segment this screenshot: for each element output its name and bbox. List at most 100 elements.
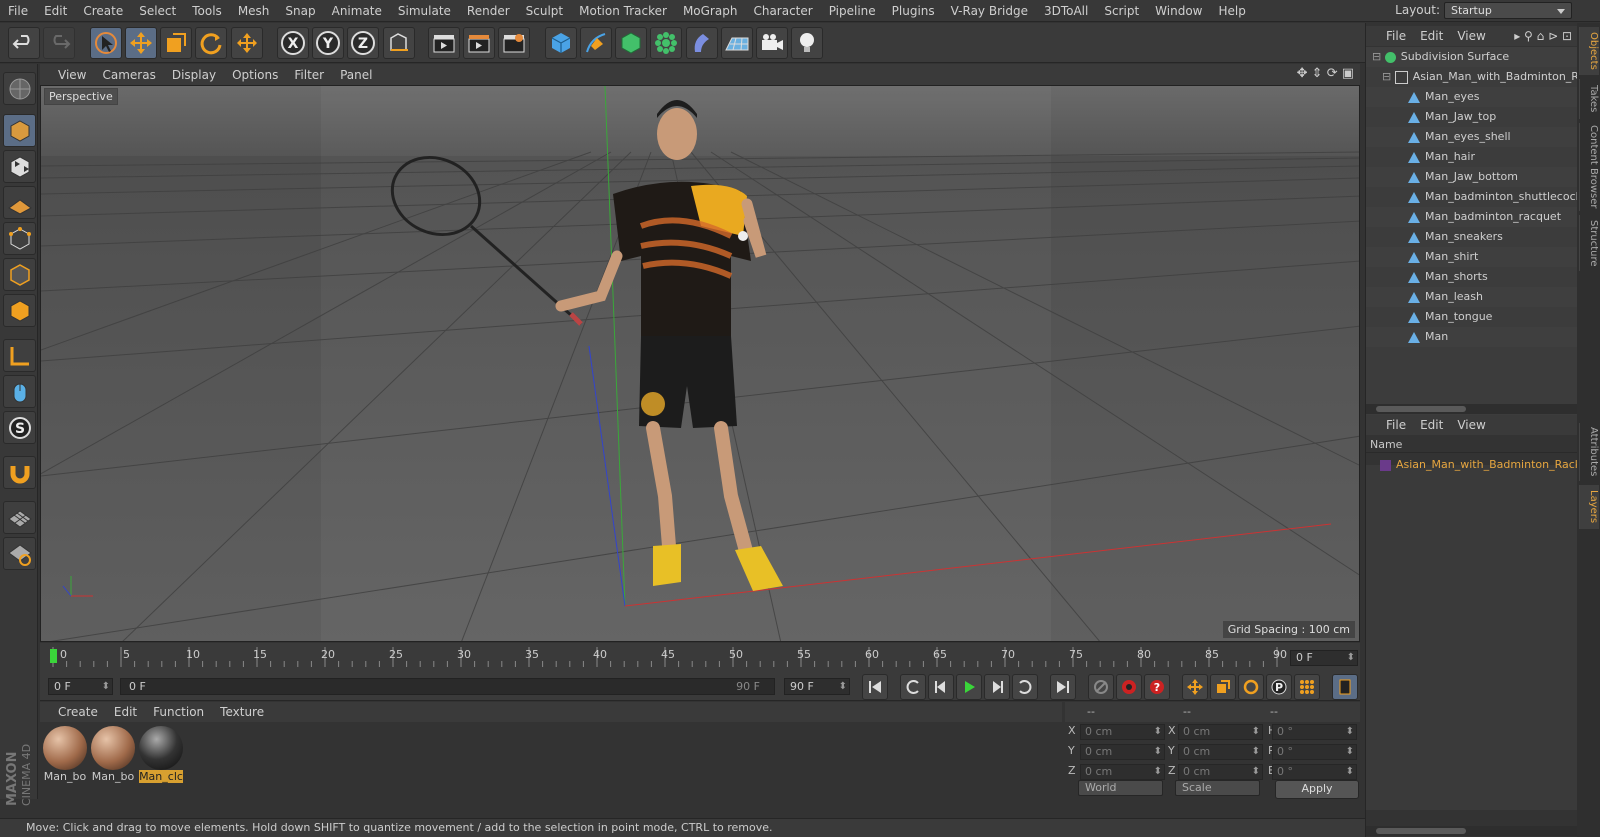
redo-button[interactable] bbox=[43, 27, 75, 59]
go-to-start-button[interactable] bbox=[862, 674, 888, 700]
range-slider[interactable]: 0 F 90 F bbox=[120, 678, 775, 695]
tree-item[interactable]: Man_badminton_shuttlecock bbox=[1366, 187, 1600, 207]
obj-menu-view[interactable]: View bbox=[1450, 29, 1492, 43]
make-editable-button[interactable] bbox=[3, 72, 36, 105]
obj-menu-edit[interactable]: Edit bbox=[1413, 29, 1450, 43]
3d-viewport[interactable]: Perspective Grid Spacing : 100 cm bbox=[40, 85, 1360, 642]
menu-mograph[interactable]: MoGraph bbox=[675, 0, 746, 22]
size-y-field[interactable]: 0 cm bbox=[1178, 744, 1263, 760]
workplane-mode-button[interactable] bbox=[3, 186, 36, 219]
tree-item[interactable]: Man_tongue bbox=[1366, 307, 1600, 327]
start-frame-field[interactable]: 0 F bbox=[48, 678, 113, 695]
vp-menu-view[interactable]: View bbox=[40, 68, 94, 82]
previous-frame-button[interactable] bbox=[928, 674, 954, 700]
floor-scene-button[interactable] bbox=[721, 27, 753, 59]
end-frame-field[interactable]: 90 F bbox=[784, 678, 850, 695]
menu-simulate[interactable]: Simulate bbox=[390, 0, 459, 22]
next-key-button[interactable] bbox=[1012, 674, 1038, 700]
tree-item[interactable]: Man_leash bbox=[1366, 287, 1600, 307]
x-axis-lock-button[interactable]: X bbox=[277, 27, 309, 59]
obj-menu-file[interactable]: File bbox=[1366, 29, 1413, 43]
vp-menu-cameras[interactable]: Cameras bbox=[94, 68, 163, 82]
mat-menu-edit[interactable]: Edit bbox=[106, 705, 145, 719]
timeline-ruler[interactable]: 0 5 10 15 20 25 30 35 40 45 50 55 60 65 … bbox=[40, 643, 1360, 671]
y-axis-lock-button[interactable]: Y bbox=[312, 27, 344, 59]
tree-item[interactable]: Man_sneakers bbox=[1366, 227, 1600, 247]
menu-edit[interactable]: Edit bbox=[36, 0, 75, 22]
menu-character[interactable]: Character bbox=[745, 0, 820, 22]
previous-key-button[interactable] bbox=[900, 674, 926, 700]
undo-button[interactable] bbox=[8, 27, 40, 59]
tree-item-null[interactable]: ⊟ Asian_Man_with_Badminton_Racket bbox=[1366, 67, 1594, 87]
rotation-b-field[interactable]: 0 ° bbox=[1272, 764, 1357, 780]
tree-item[interactable]: Man_Jaw_top bbox=[1366, 107, 1600, 127]
coordinate-system-button[interactable] bbox=[383, 27, 415, 59]
pen-spline-button[interactable] bbox=[580, 27, 612, 59]
record-position-button[interactable] bbox=[1182, 674, 1208, 700]
tab-attributes[interactable]: Attributes bbox=[1579, 423, 1599, 481]
object-tree-scrollbar[interactable] bbox=[1366, 404, 1578, 414]
record-button[interactable] bbox=[1116, 674, 1142, 700]
menu-motion-tracker[interactable]: Motion Tracker bbox=[571, 0, 675, 22]
tab-objects[interactable]: Objects bbox=[1579, 27, 1599, 75]
menu-pipeline[interactable]: Pipeline bbox=[821, 0, 884, 22]
go-to-end-button[interactable] bbox=[1050, 674, 1076, 700]
array-generator-button[interactable] bbox=[650, 27, 682, 59]
tree-item[interactable]: Man_eyes_shell bbox=[1366, 127, 1600, 147]
magnet-tool-button[interactable] bbox=[3, 456, 36, 489]
size-x-field[interactable]: 0 cm bbox=[1178, 724, 1263, 740]
rotation-h-field[interactable]: 0 ° bbox=[1272, 724, 1357, 740]
autokey-button[interactable]: ? bbox=[1144, 674, 1170, 700]
record-point-level-button[interactable] bbox=[1294, 674, 1320, 700]
axis-mode-button[interactable] bbox=[3, 339, 36, 372]
current-frame-field[interactable]: 0 F bbox=[1290, 650, 1358, 666]
tab-layers[interactable]: Layers bbox=[1579, 485, 1599, 529]
coordinate-space-dropdown[interactable]: World bbox=[1078, 780, 1163, 796]
tree-item[interactable]: Man_eyes bbox=[1366, 87, 1600, 107]
vp-menu-panel[interactable]: Panel bbox=[332, 68, 380, 82]
menu-create[interactable]: Create bbox=[75, 0, 131, 22]
snapping-button[interactable]: S bbox=[3, 411, 36, 444]
tab-takes[interactable]: Takes bbox=[1579, 79, 1599, 119]
object-manager-tools-icons[interactable]: ▸ ⚲ ⌂ ⊳ ⊡ bbox=[1514, 29, 1578, 43]
live-selection-button[interactable] bbox=[90, 27, 122, 59]
layer-list-scrollbar[interactable] bbox=[1366, 826, 1578, 836]
planar-workplane-button[interactable] bbox=[3, 537, 36, 570]
cube-primitive-button[interactable] bbox=[545, 27, 577, 59]
position-x-field[interactable]: 0 cm bbox=[1080, 724, 1165, 740]
rotation-p-field[interactable]: 0 ° bbox=[1272, 744, 1357, 760]
position-z-field[interactable]: 0 cm bbox=[1080, 764, 1165, 780]
layer-menu-view[interactable]: View bbox=[1450, 418, 1492, 432]
polygons-mode-button[interactable] bbox=[3, 294, 36, 327]
layout-select[interactable]: Startup bbox=[1444, 2, 1572, 19]
mat-menu-function[interactable]: Function bbox=[145, 705, 212, 719]
menu-file[interactable]: File bbox=[0, 0, 36, 22]
menu-3dtoall[interactable]: 3DToAll bbox=[1036, 0, 1096, 22]
position-y-field[interactable]: 0 cm bbox=[1080, 744, 1165, 760]
tree-item[interactable]: Man_hair bbox=[1366, 147, 1600, 167]
tab-content-browser[interactable]: Content Browser bbox=[1579, 123, 1599, 211]
record-scale-button[interactable] bbox=[1210, 674, 1236, 700]
menu-sculpt[interactable]: Sculpt bbox=[518, 0, 571, 22]
menu-tools[interactable]: Tools bbox=[184, 0, 230, 22]
mat-menu-create[interactable]: Create bbox=[40, 705, 106, 719]
menu-mesh[interactable]: Mesh bbox=[230, 0, 278, 22]
move-tool-button[interactable] bbox=[125, 27, 157, 59]
recent-tool-button[interactable] bbox=[231, 27, 263, 59]
menu-vray-bridge[interactable]: V-Ray Bridge bbox=[943, 0, 1036, 22]
scrollbar-thumb[interactable] bbox=[1376, 406, 1466, 412]
scrollbar-thumb[interactable] bbox=[1376, 828, 1466, 834]
material-swatch[interactable]: Man_bo bbox=[91, 726, 135, 786]
tree-item-subdivision-surface[interactable]: ⊟ Subdivision Surface bbox=[1366, 47, 1584, 67]
next-frame-button[interactable] bbox=[984, 674, 1010, 700]
subdivision-surface-button[interactable] bbox=[615, 27, 647, 59]
material-swatch-selected[interactable]: Man_clc bbox=[139, 726, 183, 786]
tree-item[interactable]: Man_badminton_racquet bbox=[1366, 207, 1600, 227]
layer-item[interactable]: Asian_Man_with_Badminton_Racket bbox=[1366, 455, 1592, 475]
tab-structure[interactable]: Structure bbox=[1579, 215, 1599, 271]
viewport-nav-icons[interactable]: ✥ ⇕ ⟳ ▣ bbox=[1297, 66, 1354, 81]
rotate-tool-button[interactable] bbox=[195, 27, 227, 59]
render-settings-button[interactable] bbox=[498, 27, 530, 59]
render-view-button[interactable] bbox=[428, 27, 460, 59]
vp-menu-filter[interactable]: Filter bbox=[286, 68, 332, 82]
